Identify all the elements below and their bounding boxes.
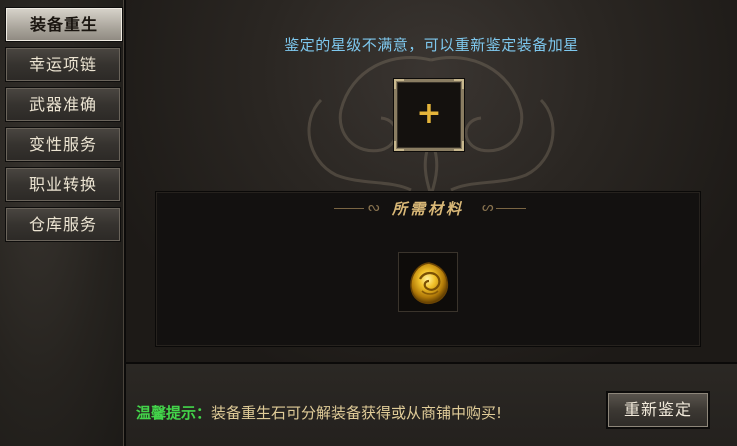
sidebar-item-gender-change[interactable]: 变性服务: [5, 127, 121, 162]
sidebar-item-lucky-necklace[interactable]: 幸运项链: [5, 47, 121, 82]
materials-title: 所需材料: [391, 200, 464, 218]
plus-icon: +: [416, 96, 442, 131]
materials-panel: ᔓ 所需材料 ᔕ: [155, 191, 701, 347]
sidebar-item-equipment-rebirth[interactable]: 装备重生: [5, 7, 123, 42]
sidebar: 装备重生 幸运项链 武器准确 变性服务 职业转换 仓库服务: [0, 0, 126, 446]
equipment-slot[interactable]: +: [394, 79, 464, 151]
header-instruction: 鉴定的星级不满意，可以重新鉴定装备加星: [284, 36, 579, 54]
tip-label: 温馨提示：: [136, 404, 212, 422]
bottom-bar: 温馨提示：装备重生石可分解装备获得或从商铺中购买! 重新鉴定: [126, 364, 737, 446]
material-slot[interactable]: [398, 252, 458, 312]
reforge-window: 装备重生 幸运项链 武器准确 变性服务 职业转换 仓库服务 鉴定的星级不满意，可…: [0, 0, 737, 446]
title-divider-right: [496, 208, 526, 209]
reidentify-button[interactable]: 重新鉴定: [606, 391, 710, 429]
sidebar-item-warehouse[interactable]: 仓库服务: [5, 207, 121, 242]
swirl-right-icon: ᔕ: [482, 200, 494, 215]
tip-text: 装备重生石可分解装备获得或从商铺中购买!: [211, 404, 503, 422]
sidebar-item-class-change[interactable]: 职业转换: [5, 167, 121, 202]
sidebar-item-weapon-accuracy[interactable]: 武器准确: [5, 87, 121, 122]
golden-rebirth-stone-icon: [410, 262, 449, 305]
tip-message: 温馨提示：装备重生石可分解装备获得或从商铺中购买!: [136, 402, 502, 423]
main-panel: 鉴定的星级不满意，可以重新鉴定装备加星 + ᔓ 所需材料 ᔕ: [126, 0, 737, 364]
